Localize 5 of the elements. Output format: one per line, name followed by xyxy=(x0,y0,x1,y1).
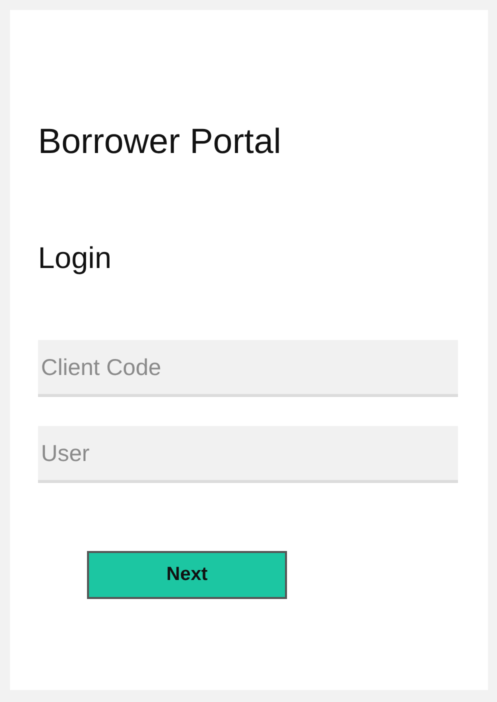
next-button[interactable]: Next xyxy=(87,551,287,599)
input-field[interactable]: User xyxy=(38,426,458,483)
login-heading: Login xyxy=(38,242,112,276)
input-field[interactable]: Client Code xyxy=(38,340,458,397)
portal-title: Borrower Portal xyxy=(38,122,282,162)
